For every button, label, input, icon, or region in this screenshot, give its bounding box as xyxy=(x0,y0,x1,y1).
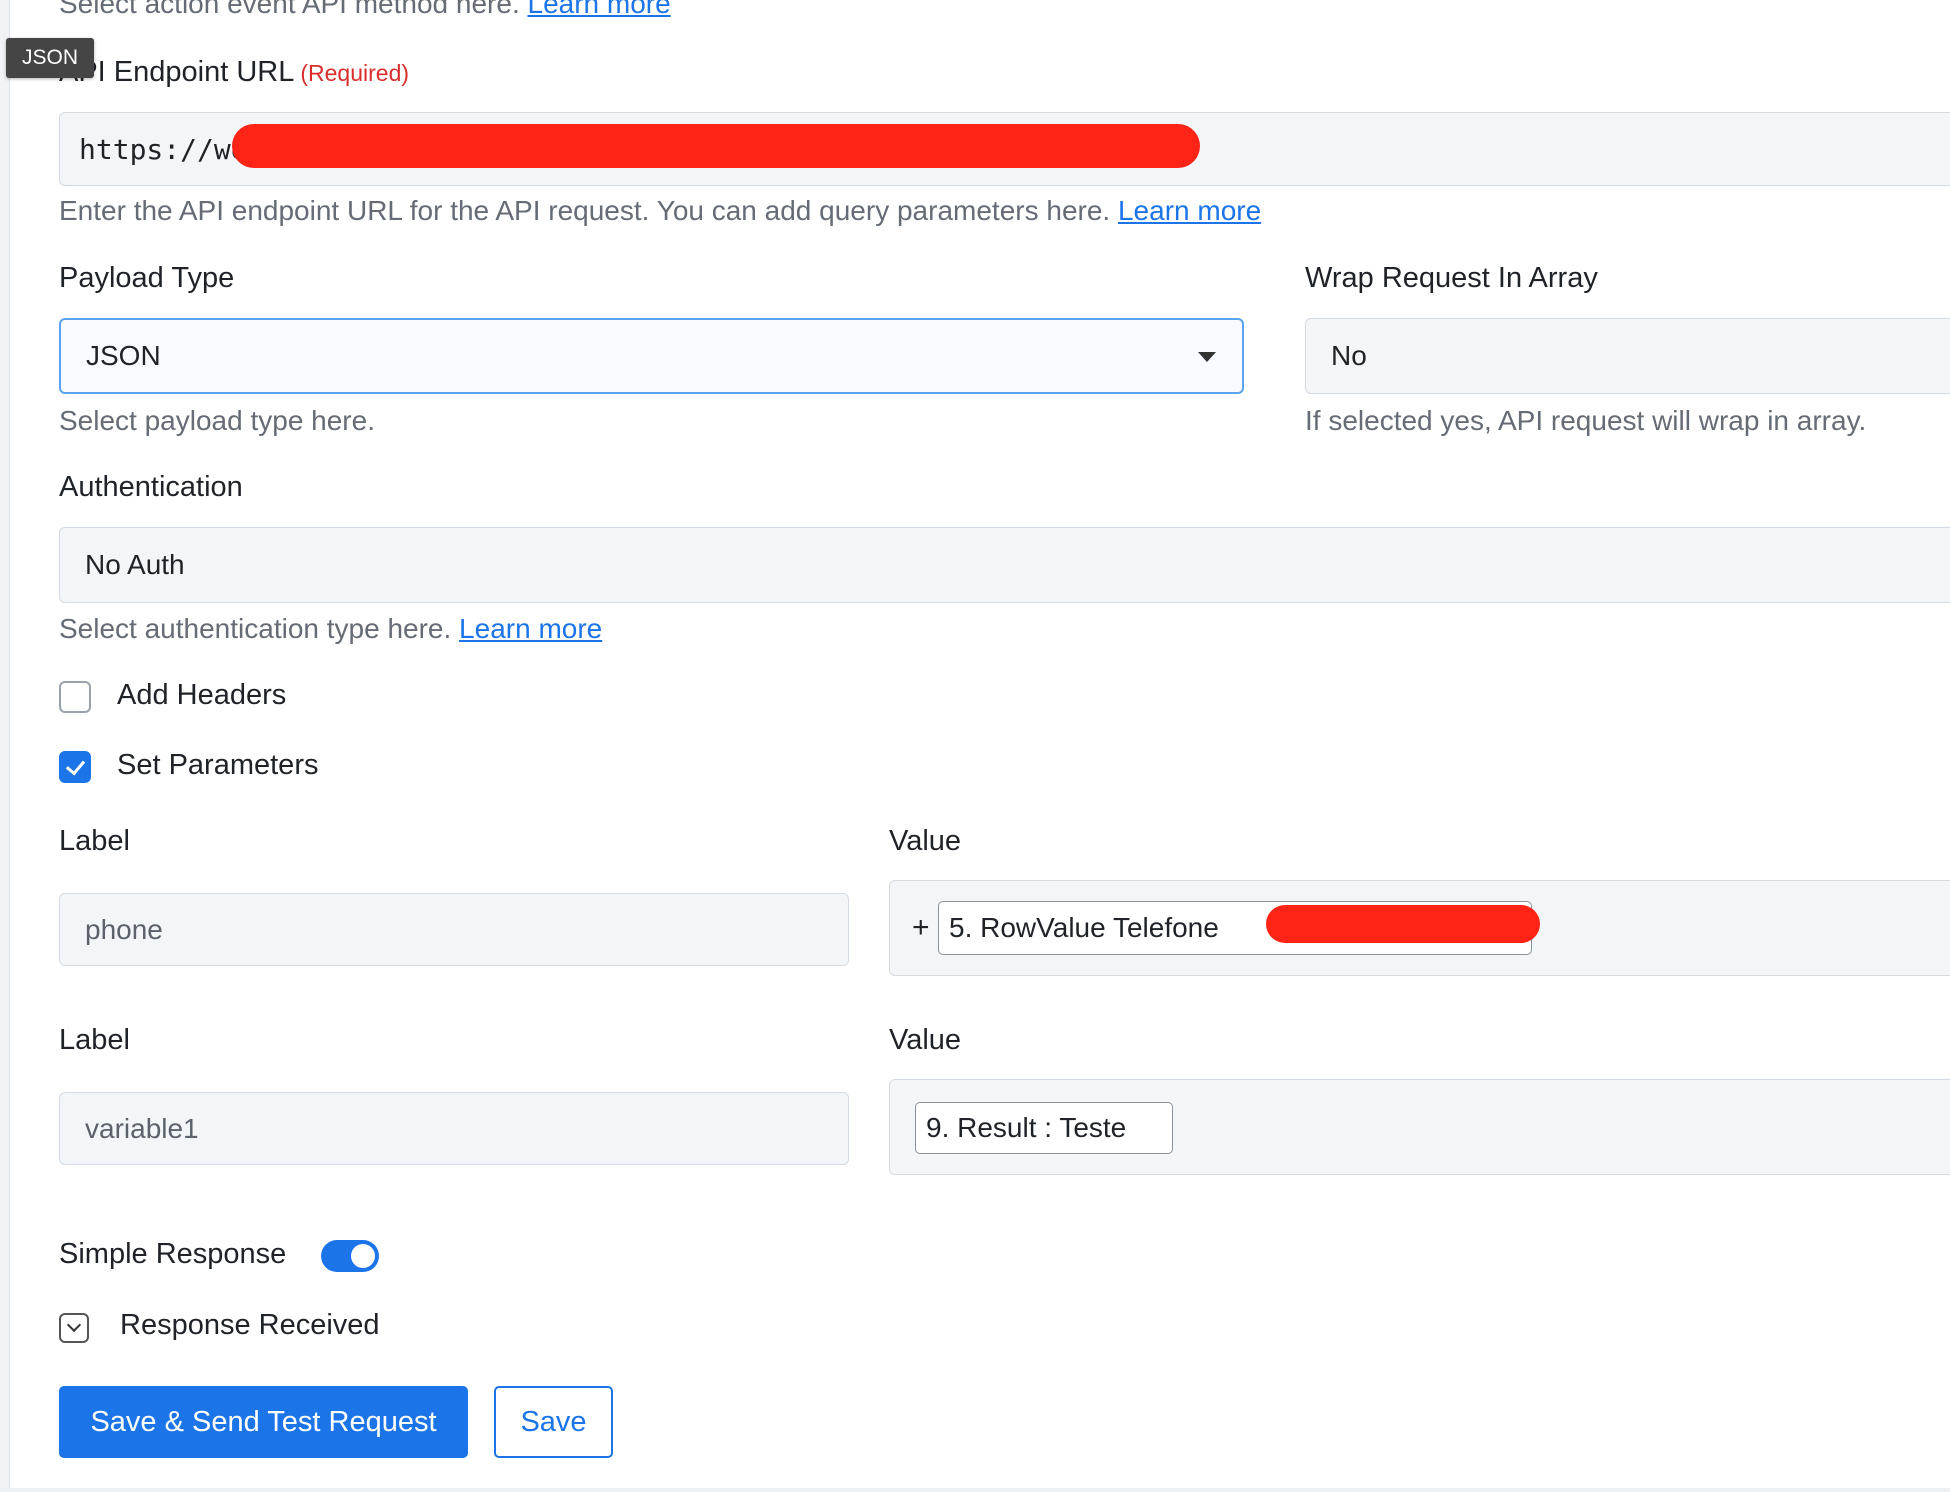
json-tooltip: JSON xyxy=(6,38,94,78)
authentication-learn-more-link[interactable]: Learn more xyxy=(459,613,602,644)
required-marker: (Required) xyxy=(300,60,410,86)
wrap-request-select[interactable]: No xyxy=(1305,318,1950,394)
set-parameters-label: Set Parameters xyxy=(117,749,319,781)
set-parameters-checkbox[interactable] xyxy=(59,751,91,783)
wrap-request-hint: If selected yes, API request will wrap i… xyxy=(1305,405,1867,436)
save-and-send-test-button[interactable]: Save & Send Test Request xyxy=(59,1386,468,1458)
method-learn-more-link[interactable]: Learn more xyxy=(528,0,671,19)
param-label-value: phone xyxy=(85,913,163,945)
param-label-title: Label xyxy=(59,1024,130,1056)
add-headers-label: Add Headers xyxy=(117,679,287,711)
chevron-down-icon xyxy=(1198,352,1216,362)
authentication-hint-text: Select authentication type here. xyxy=(59,613,452,644)
variable-chip-text: 5. RowValue Telefone xyxy=(949,912,1219,943)
param-label-title: Label xyxy=(59,825,130,857)
redaction-mark-url xyxy=(232,124,1200,168)
payload-type-label: Payload Type xyxy=(59,262,235,294)
authentication-select[interactable]: No Auth xyxy=(59,527,1950,603)
param-label-input[interactable]: variable1 xyxy=(59,1092,849,1165)
left-border xyxy=(0,0,10,1492)
bottom-border xyxy=(0,1488,1950,1492)
authentication-value: No Auth xyxy=(85,549,185,580)
payload-type-select[interactable]: JSON xyxy=(59,318,1244,394)
endpoint-label-text: API Endpoint URL xyxy=(59,56,295,88)
endpoint-learn-more-link[interactable]: Learn more xyxy=(1118,195,1261,226)
wrap-request-label: Wrap Request In Array xyxy=(1305,262,1598,294)
endpoint-label: API Endpoint URL (Required) xyxy=(59,56,409,89)
param-label-value: variable1 xyxy=(85,1112,199,1144)
chevron-down-icon[interactable] xyxy=(59,1313,89,1343)
payload-type-hint: Select payload type here. xyxy=(59,405,375,436)
method-hint: Select action event API method here. Lea… xyxy=(59,0,671,20)
param-value-title: Value xyxy=(889,825,962,857)
simple-response-label: Simple Response xyxy=(59,1238,287,1270)
param-value-title: Value xyxy=(889,1024,962,1056)
authentication-hint: Select authentication type here. Learn m… xyxy=(59,613,602,645)
param-label-input[interactable]: phone xyxy=(59,893,849,966)
toggle-knob xyxy=(351,1244,375,1268)
endpoint-hint: Enter the API endpoint URL for the API r… xyxy=(59,195,1261,227)
redaction-mark-phone xyxy=(1266,905,1540,943)
add-headers-checkbox[interactable] xyxy=(59,681,91,713)
endpoint-hint-text: Enter the API endpoint URL for the API r… xyxy=(59,195,1111,226)
variable-chip-text: 9. Result : Teste xyxy=(926,1112,1127,1143)
variable-chip[interactable]: 9. Result : Teste xyxy=(915,1102,1173,1154)
save-button[interactable]: Save xyxy=(494,1386,613,1458)
simple-response-toggle[interactable] xyxy=(321,1240,379,1272)
param-value-prefix: + xyxy=(912,911,930,944)
payload-type-value: JSON xyxy=(86,340,161,371)
method-hint-text: Select action event API method here. xyxy=(59,0,520,19)
wrap-request-value: No xyxy=(1331,340,1367,371)
response-received-label: Response Received xyxy=(120,1309,380,1341)
authentication-label: Authentication xyxy=(59,471,243,503)
